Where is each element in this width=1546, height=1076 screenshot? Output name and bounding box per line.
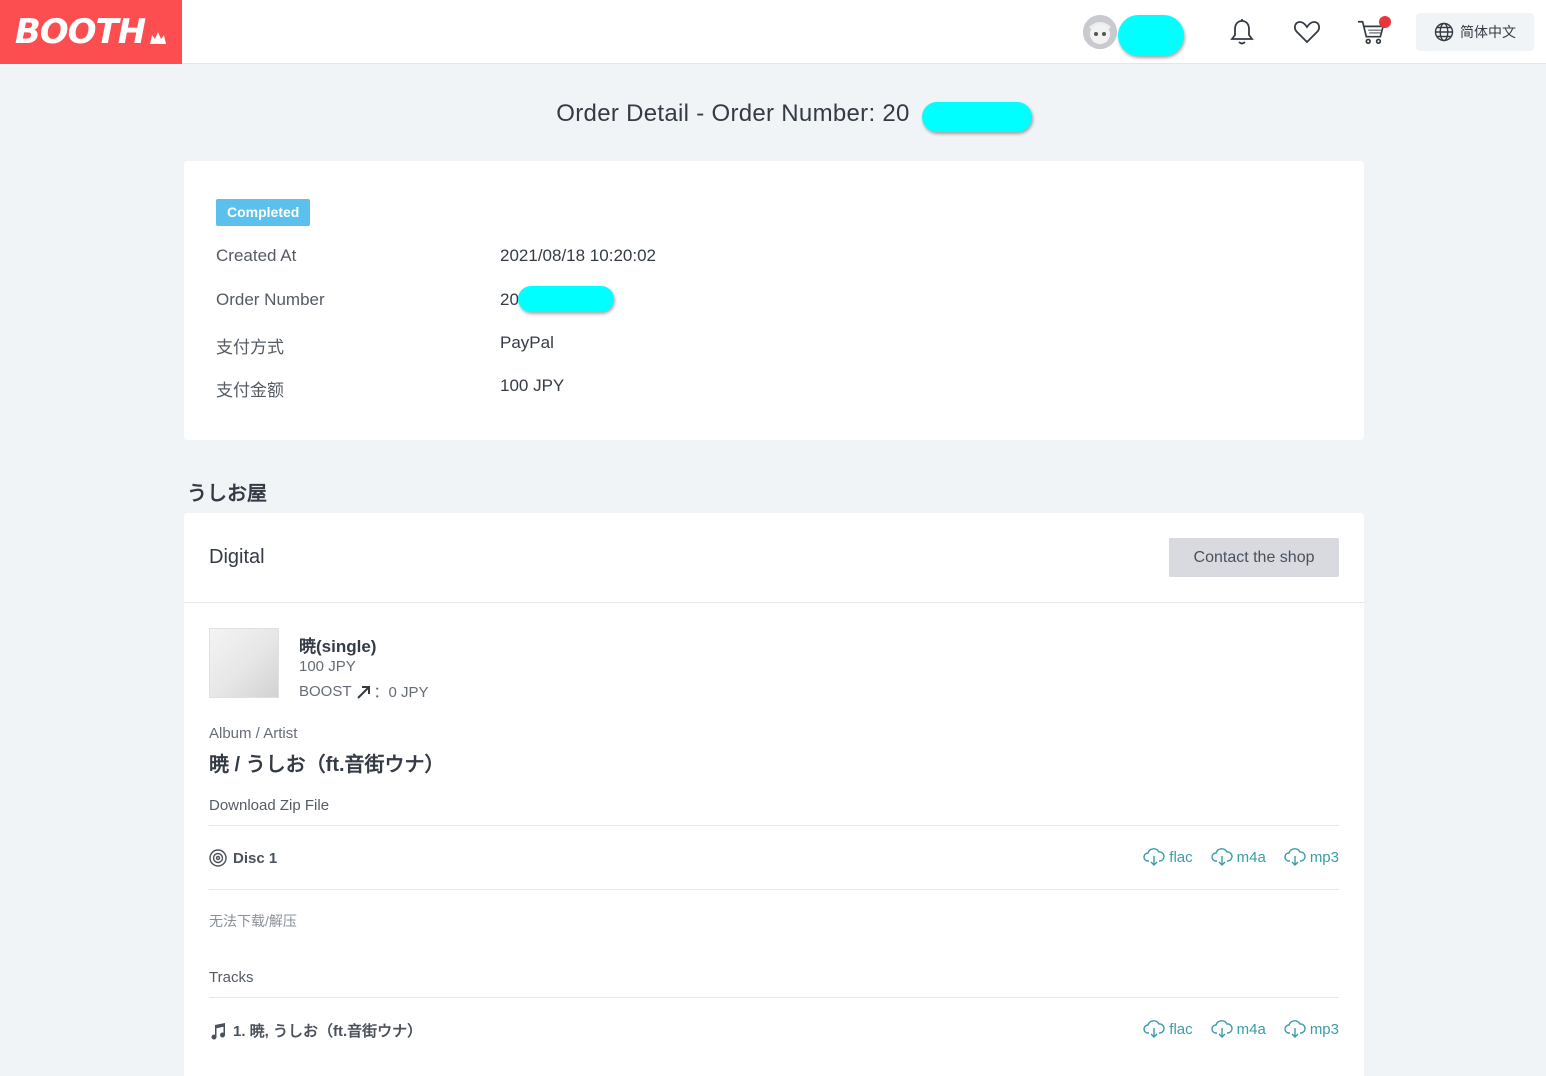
payment-method-label: 支付方式	[216, 338, 284, 357]
payment-amount-label: 支付金额	[216, 381, 284, 400]
order-card-header: Digital Contact the shop	[184, 513, 1364, 603]
bell-icon	[1230, 19, 1254, 45]
redacted-username	[1118, 15, 1184, 56]
disc-download-links: flac m4a mp3	[1143, 848, 1339, 866]
track-download-m4a[interactable]: m4a	[1210, 1020, 1266, 1038]
boost-label: BOOST	[299, 683, 352, 700]
order-number-label: Order Number	[216, 290, 325, 309]
order-summary-card: Completed Created At 2021/08/18 10:20:02…	[184, 161, 1364, 440]
notifications-button[interactable]	[1228, 18, 1256, 46]
item-thumbnail[interactable]	[209, 628, 279, 698]
wishlist-button[interactable]	[1293, 18, 1321, 46]
created-at-label: Created At	[216, 246, 297, 265]
language-label: 简体中文	[1460, 24, 1516, 40]
track-row: 1. 暁, うしお（ft.音街ウナ）	[209, 1020, 422, 1041]
format-label: m4a	[1236, 848, 1266, 866]
boost-arrow-icon	[356, 685, 370, 699]
format-label: m4a	[1236, 1020, 1266, 1038]
item-boost: BOOST ：0 JPY	[299, 681, 429, 702]
disc-row: Disc 1	[209, 849, 277, 867]
format-label: mp3	[1309, 848, 1339, 866]
cart-notification-dot	[1379, 16, 1391, 28]
cloud-download-icon	[1284, 848, 1306, 866]
top-header: BOOTH 简体中文	[0, 0, 1546, 64]
redacted-order-number-title	[922, 102, 1032, 132]
item-price: 100 JPY	[299, 658, 356, 675]
status-badge: Completed	[216, 199, 311, 226]
heart-icon	[1293, 21, 1321, 44]
album-artist-value: 暁 / うしお（ft.音街ウナ）	[209, 754, 445, 776]
track-download-links: flac m4a mp3	[1143, 1020, 1339, 1038]
format-label: flac	[1169, 848, 1193, 866]
order-type-label: Digital	[209, 546, 265, 568]
format-label: flac	[1169, 1020, 1193, 1038]
disc-icon	[209, 849, 227, 867]
payment-method-value: PayPal	[500, 333, 554, 352]
order-items-card: Digital Contact the shop 暁(single) 100 J…	[184, 513, 1364, 1076]
cloud-download-icon	[1143, 848, 1165, 866]
download-zip-label: Download Zip File	[209, 797, 330, 814]
booth-logo[interactable]: BOOTH	[0, 0, 182, 64]
avatar[interactable]	[1083, 15, 1117, 49]
created-at-value: 2021/08/18 10:20:02	[500, 246, 656, 265]
album-artist-label: Album / Artist	[209, 725, 298, 742]
payment-amount-value: 100 JPY	[500, 376, 565, 395]
cloud-download-icon	[1143, 1020, 1165, 1038]
disc-download-m4a[interactable]: m4a	[1210, 848, 1266, 866]
disc-download-flac[interactable]: flac	[1143, 848, 1193, 866]
disc-download-mp3[interactable]: mp3	[1284, 848, 1339, 866]
logo-text: BOOTH	[14, 12, 146, 52]
music-note-icon	[211, 1022, 225, 1039]
divider	[209, 825, 1339, 826]
item-title[interactable]: 暁(single)	[299, 632, 376, 657]
redacted-order-number	[518, 286, 614, 312]
cloud-download-icon	[1210, 848, 1233, 866]
contact-shop-button[interactable]: Contact the shop	[1169, 538, 1339, 577]
cloud-download-icon	[1284, 1020, 1306, 1038]
cannot-download-link[interactable]: 无法下载/解压	[209, 911, 297, 931]
format-label: mp3	[1309, 1020, 1339, 1038]
divider	[209, 889, 1339, 890]
boost-value: ：0 JPY	[373, 684, 429, 701]
cloud-download-icon	[1210, 1020, 1233, 1038]
globe-icon	[1434, 22, 1454, 42]
language-selector[interactable]: 简体中文	[1416, 13, 1534, 51]
shop-name[interactable]: うしお屋	[187, 477, 267, 506]
divider	[209, 997, 1339, 998]
order-number-value: 20	[500, 290, 519, 309]
track-download-mp3[interactable]: mp3	[1284, 1020, 1339, 1038]
tracks-label: Tracks	[209, 969, 254, 986]
track-download-flac[interactable]: flac	[1143, 1020, 1193, 1038]
page-title: Order Detail - Order Number: 20	[0, 100, 1546, 128]
logo-mark-icon	[150, 32, 167, 44]
avatar-image	[1083, 15, 1117, 49]
disc-label: Disc 1	[233, 849, 278, 867]
track-title: 1. 暁, うしお（ft.音街ウナ）	[233, 1023, 423, 1040]
